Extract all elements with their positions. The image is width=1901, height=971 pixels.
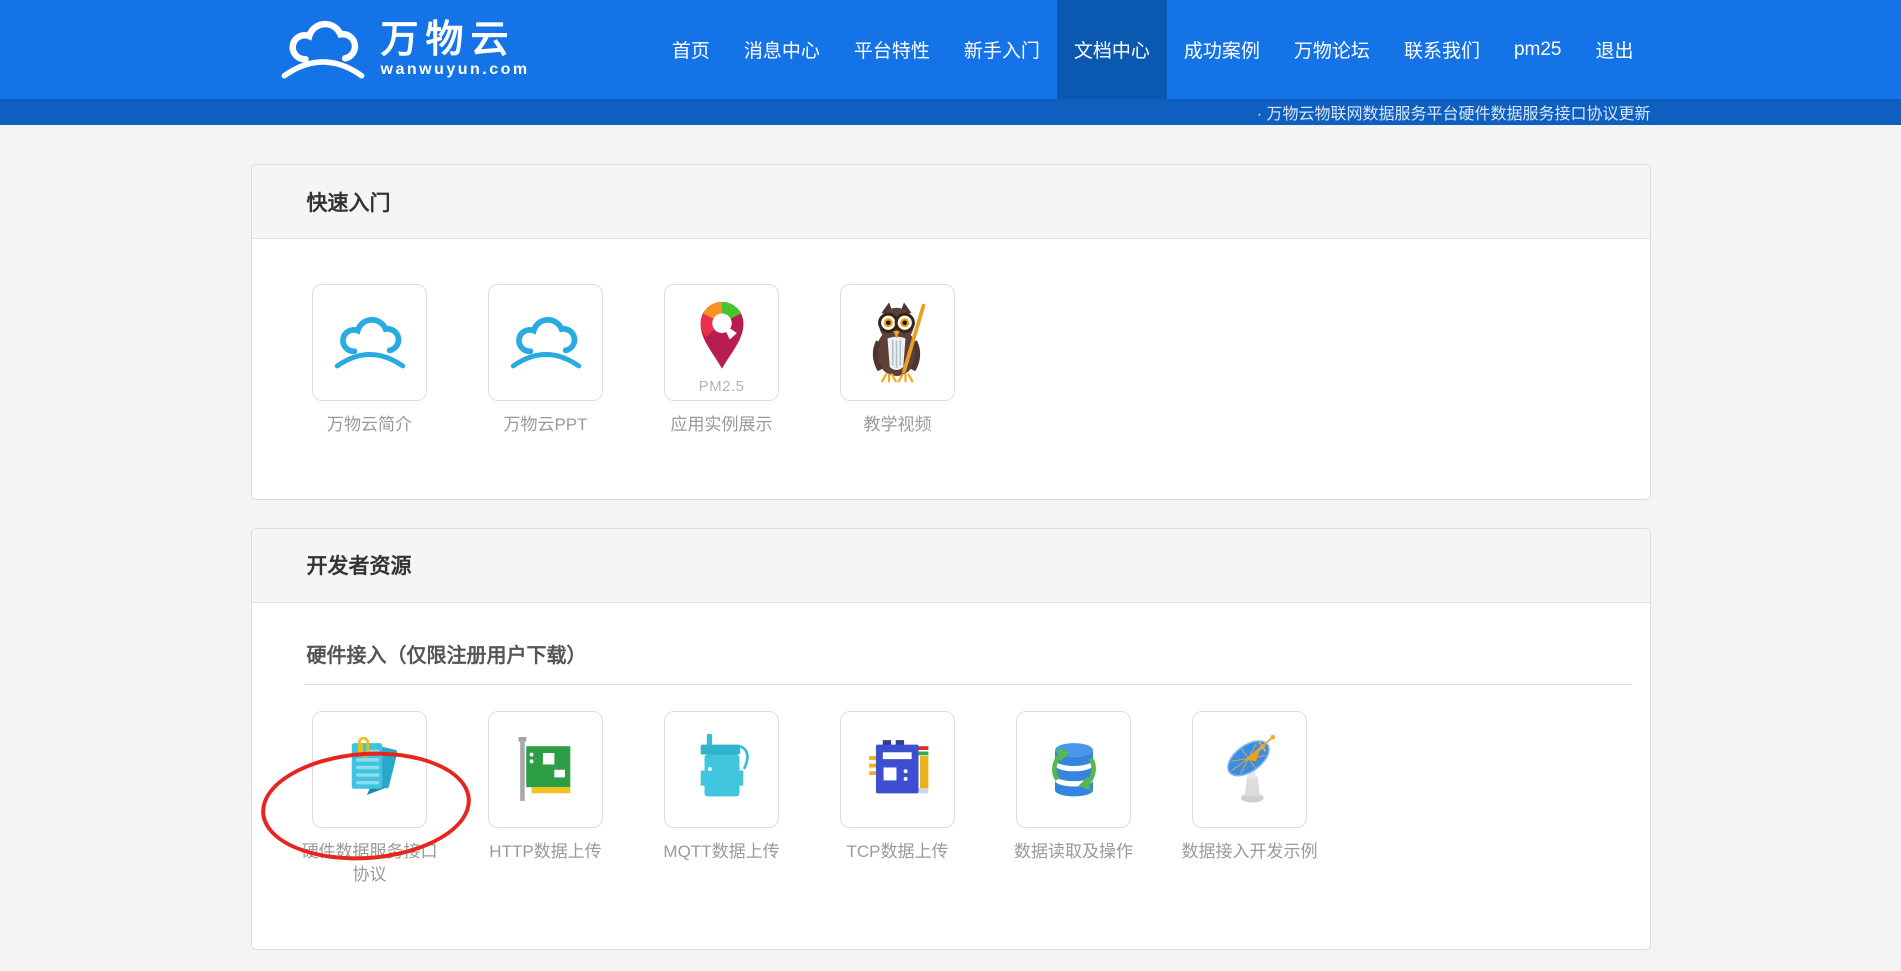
item-wanwuyun-intro[interactable]: 万物云简介 xyxy=(282,284,458,437)
item-tutorial-videos[interactable]: 教学视频 xyxy=(810,284,986,437)
item-data-access-demo[interactable]: 数据接入开发示例 xyxy=(1162,711,1338,864)
item-app-examples[interactable]: PM2.5 应用实例展示 xyxy=(634,284,810,437)
quick-start-items: 万物云简介 应用实例展示 万物云PPT xyxy=(252,239,1650,499)
top-navbar: 万物云 wanwuyun.com 首页 消息中心 平台特性 新手入门 文档中心 … xyxy=(0,0,1901,99)
nav-item-logout[interactable]: 退出 xyxy=(1578,0,1650,99)
quick-start-header: 快速入门 xyxy=(252,165,1650,239)
nav-item-pm25-user[interactable]: pm25 xyxy=(1497,0,1579,99)
pm25-caption: PM2.5 xyxy=(665,378,778,395)
quick-start-panel: 快速入门 万物云简介 xyxy=(251,164,1651,500)
nav-item-forum[interactable]: 万物论坛 xyxy=(1277,0,1387,99)
item-card xyxy=(664,711,779,828)
hardware-access-items: 硬件数据服务接口协议 xyxy=(252,685,1650,949)
network-card-icon xyxy=(508,731,584,807)
item-label: 数据读取及操作 xyxy=(1014,841,1133,864)
owl-teacher-icon xyxy=(859,301,937,385)
item-hardware-protocol[interactable]: 硬件数据服务接口协议 xyxy=(282,711,458,887)
item-label: MQTT数据上传 xyxy=(663,841,779,864)
item-data-read-operate[interactable]: 数据读取及操作 xyxy=(986,711,1162,864)
developer-resources-header: 开发者资源 xyxy=(252,529,1650,603)
announcement-bar: · 万物云物联网数据服务平台硬件数据服务接口协议更新 xyxy=(0,99,1901,125)
developer-resources-panel: 开发者资源 硬件接入（仅限注册用户下载） xyxy=(251,528,1651,950)
item-card xyxy=(840,711,955,828)
wanwuyun-cloud-logo-icon xyxy=(277,14,369,86)
item-card xyxy=(488,711,603,828)
nav-item-contact-us[interactable]: 联系我们 xyxy=(1387,0,1497,99)
item-card xyxy=(1192,711,1307,828)
item-label: HTTP数据上传 xyxy=(489,841,601,864)
nav-item-platform-features[interactable]: 平台特性 xyxy=(837,0,947,99)
item-label: TCP数据上传 xyxy=(847,841,949,864)
item-card xyxy=(312,711,427,828)
quick-start-title: 快速入门 xyxy=(307,187,391,217)
item-label: 硬件数据服务接口协议 xyxy=(295,841,445,887)
item-card xyxy=(312,284,427,401)
site-logo[interactable]: 万物云 wanwuyun.com xyxy=(277,14,530,86)
circuit-board-icon xyxy=(860,731,936,807)
wanwuyun-cloud-icon xyxy=(505,308,587,378)
announcement-link[interactable]: · 万物云物联网数据服务平台硬件数据服务接口协议更新 xyxy=(1257,100,1651,124)
nav-item-home[interactable]: 首页 xyxy=(655,0,727,99)
item-mqtt-upload[interactable]: MQTT数据上传 xyxy=(634,711,810,864)
item-card: PM2.5 xyxy=(664,284,779,401)
pm25-map-pin-icon xyxy=(690,296,754,374)
wanwuyun-cloud-icon xyxy=(329,308,411,378)
item-card xyxy=(1016,711,1131,828)
iot-device-icon xyxy=(684,731,760,807)
item-card xyxy=(488,284,603,401)
logo-title: 万物云 xyxy=(381,21,530,59)
item-card xyxy=(840,284,955,401)
main-menu: 首页 消息中心 平台特性 新手入门 文档中心 成功案例 万物论坛 联系我们 pm… xyxy=(655,0,1651,99)
item-http-upload[interactable]: HTTP数据上传 xyxy=(458,711,634,864)
item-label: 万物云简介 xyxy=(327,414,412,437)
item-label: 应用实例展示 xyxy=(671,414,773,437)
nav-item-message-center[interactable]: 消息中心 xyxy=(727,0,837,99)
nav-item-document-center[interactable]: 文档中心 xyxy=(1057,0,1167,99)
documents-paperclip-icon xyxy=(332,731,408,807)
hardware-access-heading: 硬件接入（仅限注册用户下载） xyxy=(304,603,1632,685)
page-content: 快速入门 万物云简介 xyxy=(251,125,1651,950)
item-label: 数据接入开发示例 xyxy=(1182,841,1318,864)
item-wanwuyun-ppt[interactable]: 应用实例展示 万物云PPT xyxy=(458,284,634,437)
satellite-dish-icon xyxy=(1211,731,1289,807)
nav-item-success-cases[interactable]: 成功案例 xyxy=(1167,0,1277,99)
developer-resources-title: 开发者资源 xyxy=(307,550,412,580)
item-label: 万物云PPT xyxy=(503,414,587,437)
nav-item-beginner-guide[interactable]: 新手入门 xyxy=(947,0,1057,99)
item-label: 教学视频 xyxy=(864,414,932,437)
item-tcp-upload[interactable]: TCP数据上传 xyxy=(810,711,986,864)
database-sync-icon xyxy=(1035,731,1113,807)
logo-subtitle: wanwuyun.com xyxy=(381,62,530,78)
